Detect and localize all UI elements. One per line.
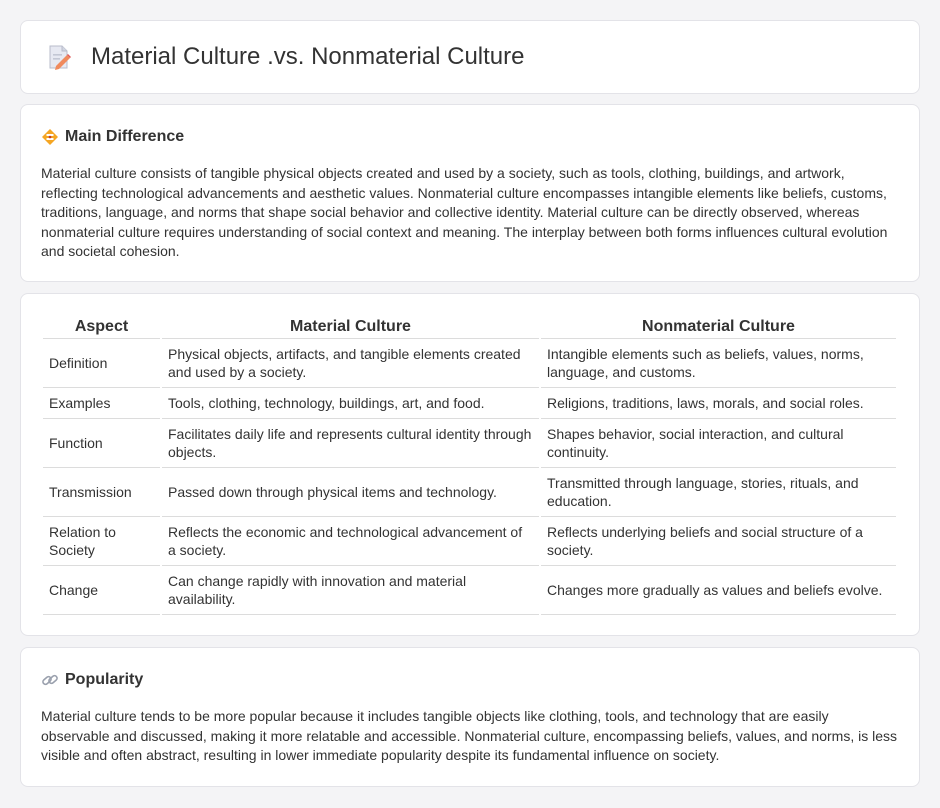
popularity-title: Popularity [65,671,144,688]
cell-aspect: Relation to Society [43,517,160,566]
table-row: Definition Physical objects, artifacts, … [43,339,896,388]
page-title: Material Culture .vs. Nonmaterial Cultur… [91,43,525,70]
cell-aspect: Change [43,566,160,615]
cell-nonmaterial: Religions, traditions, laws, morals, and… [541,388,896,419]
header-material: Material Culture [162,315,539,339]
comparison-table: Aspect Material Culture Nonmaterial Cult… [41,315,898,615]
popularity-header: Popularity [41,670,899,690]
cell-nonmaterial: Intangible elements such as beliefs, val… [541,339,896,388]
cell-material: Reflects the economic and technological … [162,517,539,566]
cell-nonmaterial: Changes more gradually as values and bel… [541,566,896,615]
cell-aspect: Transmission [43,468,160,517]
cell-material: Passed down through physical items and t… [162,468,539,517]
table-row: Transmission Passed down through physica… [43,468,896,517]
warning-diamond-icon [42,129,58,145]
link-icon [42,674,58,686]
header-nonmaterial: Nonmaterial Culture [541,315,896,339]
table-row: Change Can change rapidly with innovatio… [43,566,896,615]
cell-aspect: Function [43,419,160,468]
table-row: Function Facilitates daily life and repr… [43,419,896,468]
table-row: Relation to Society Reflects the economi… [43,517,896,566]
title-card: Material Culture .vs. Nonmaterial Cultur… [20,20,920,94]
table-row: Examples Tools, clothing, technology, bu… [43,388,896,419]
cell-aspect: Definition [43,339,160,388]
title-row: Material Culture .vs. Nonmaterial Cultur… [21,21,919,93]
header-aspect: Aspect [43,315,160,339]
main-difference-card: Main Difference Material culture consist… [20,104,920,282]
popularity-text: Material culture tends to be more popula… [41,708,897,763]
main-difference-section: Main Difference Material culture consist… [21,105,919,262]
document-pencil-icon [49,45,71,70]
cell-material: Facilitates daily life and represents cu… [162,419,539,468]
cell-nonmaterial: Reflects underlying beliefs and social s… [541,517,896,566]
cell-nonmaterial: Shapes behavior, social interaction, and… [541,419,896,468]
popularity-section: Popularity Material culture tends to be … [21,648,919,766]
popularity-card: Popularity Material culture tends to be … [20,647,920,787]
table-header-row: Aspect Material Culture Nonmaterial Cult… [43,315,896,339]
comparison-card: Aspect Material Culture Nonmaterial Cult… [20,293,920,636]
main-difference-header: Main Difference [41,127,899,147]
cell-aspect: Examples [43,388,160,419]
cell-material: Tools, clothing, technology, buildings, … [162,388,539,419]
cell-nonmaterial: Transmitted through language, stories, r… [541,468,896,517]
cell-material: Physical objects, artifacts, and tangibl… [162,339,539,388]
main-difference-text: Material culture consists of tangible ph… [41,165,888,259]
main-difference-title: Main Difference [65,128,185,145]
cell-material: Can change rapidly with innovation and m… [162,566,539,615]
